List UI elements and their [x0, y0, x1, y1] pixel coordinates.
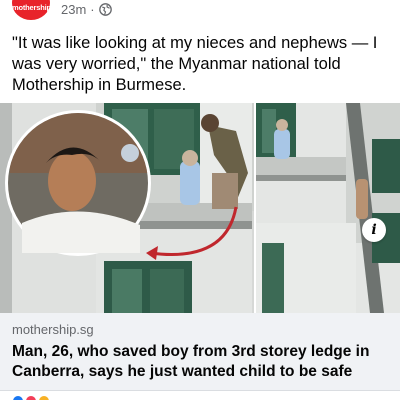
info-icon: i [371, 222, 377, 238]
post-caption: "It was like looking at my nieces and ne… [12, 34, 378, 94]
post-meta: 23m · [61, 2, 112, 17]
love-reaction-icon [25, 395, 37, 400]
link-title: Man, 26, who saved boy from 3rd storey l… [12, 343, 370, 380]
page-avatar[interactable]: mothership [12, 0, 50, 20]
link-domain: mothership.sg [12, 322, 94, 337]
meta-separator: · [90, 2, 95, 17]
page-avatar-logo-text: mothership [12, 3, 50, 12]
care-reaction-icon [38, 395, 50, 400]
photo-collage [0, 103, 400, 313]
post-timestamp[interactable]: 23m [61, 2, 86, 17]
like-reaction-icon [12, 395, 24, 400]
reactions-row[interactable] [12, 395, 50, 400]
post-header: mothership 23m · [0, 0, 400, 22]
post-image[interactable]: i [0, 103, 400, 313]
link-preview[interactable]: mothership.sg Man, 26, who saved boy fro… [0, 313, 400, 391]
globe-icon [98, 3, 112, 16]
info-button[interactable]: i [362, 218, 386, 242]
